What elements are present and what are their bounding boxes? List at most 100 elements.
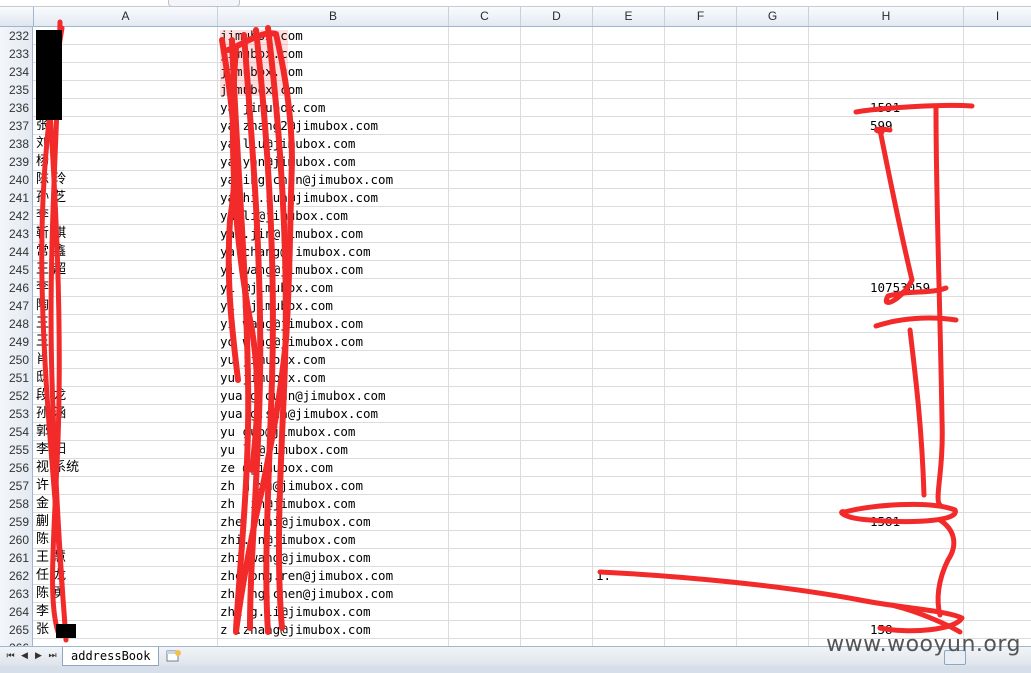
- row-header[interactable]: 259: [0, 513, 33, 531]
- cell-b[interactable]: yi wang@jimubox.com: [220, 315, 363, 333]
- table-row[interactable]: 257 许 zh g.xu@jimubox.com: [0, 477, 1031, 495]
- row-header[interactable]: 241: [0, 189, 33, 207]
- row-header[interactable]: 240: [0, 171, 33, 189]
- cell-a[interactable]: 李: [36, 207, 49, 225]
- cell-b[interactable]: ya liu@jimubox.com: [220, 135, 355, 153]
- cell-b[interactable]: zh jin@jimubox.com: [220, 495, 355, 513]
- row-header[interactable]: 246: [0, 279, 33, 297]
- row-header[interactable]: 254: [0, 423, 33, 441]
- first-sheet-icon[interactable]: ⏮: [4, 650, 17, 663]
- row-header[interactable]: 245: [0, 261, 33, 279]
- cell-h[interactable]: 599: [870, 117, 893, 135]
- cell-b[interactable]: yi @jimubox.com: [220, 279, 333, 297]
- column-header-b[interactable]: B: [218, 7, 449, 26]
- insert-sheet-icon[interactable]: [166, 649, 182, 663]
- row-header[interactable]: 242: [0, 207, 33, 225]
- row-header[interactable]: 237: [0, 117, 33, 135]
- cell-a[interactable]: 张: [36, 117, 49, 135]
- table-row[interactable]: 238 刘 ya liu@jimubox.com: [0, 135, 1031, 153]
- column-header-h[interactable]: H: [809, 7, 964, 26]
- row-header[interactable]: 252: [0, 387, 33, 405]
- cell-b[interactable]: yo wang@jimubox.com: [220, 333, 363, 351]
- column-header-e[interactable]: E: [593, 7, 665, 26]
- cell-a[interactable]: 孙 涵: [36, 405, 66, 423]
- table-row[interactable]: 253 孙 涵 yua g.sun@jimubox.com: [0, 405, 1031, 423]
- select-all-corner[interactable]: [0, 7, 34, 26]
- cell-a[interactable]: 许: [36, 477, 49, 495]
- table-row[interactable]: 239 杨 ya yan@jimubox.com: [0, 153, 1031, 171]
- column-header-i[interactable]: I: [964, 7, 1031, 26]
- table-row[interactable]: 233 jimubox.com: [0, 45, 1031, 63]
- row-header[interactable]: 232: [0, 27, 33, 45]
- cell-b[interactable]: zh g.xu@jimubox.com: [220, 477, 363, 495]
- cell-a[interactable]: 陈 玲: [36, 171, 66, 189]
- cell-b[interactable]: ya .jin@jimubox.com: [220, 225, 363, 243]
- row-header[interactable]: 244: [0, 243, 33, 261]
- cell-a[interactable]: 王: [36, 333, 49, 351]
- cell-b[interactable]: ya hi.sun@jimubox.com: [220, 189, 378, 207]
- table-row[interactable]: 258 金 zh jin@jimubox.com: [0, 495, 1031, 513]
- cell-b[interactable]: yua g.sun@jimubox.com: [220, 405, 378, 423]
- row-header[interactable]: 256: [0, 459, 33, 477]
- row-header[interactable]: 249: [0, 333, 33, 351]
- table-row[interactable]: 242 李 ya li@jimubox.com: [0, 207, 1031, 225]
- row-header[interactable]: 247: [0, 297, 33, 315]
- table-row[interactable]: 241 孙 芝 ya hi.sun@jimubox.com: [0, 189, 1031, 207]
- cell-b[interactable]: zho ng.chen@jimubox.com: [220, 585, 393, 603]
- cell-a[interactable]: 邸: [36, 369, 49, 387]
- cell-a[interactable]: 李: [36, 603, 49, 621]
- cell-a[interactable]: 王 慧: [36, 549, 66, 567]
- row-header[interactable]: 236: [0, 99, 33, 117]
- cell-a[interactable]: 常 鑫: [36, 243, 66, 261]
- row-header[interactable]: 250: [0, 351, 33, 369]
- table-row[interactable]: 264 李 zhu g.li@jimubox.com: [0, 603, 1031, 621]
- column-header-c[interactable]: C: [449, 7, 521, 26]
- cell-b[interactable]: jimubox.com: [220, 27, 303, 45]
- cell-e[interactable]: 1.: [596, 567, 611, 585]
- cell-a[interactable]: 视 系统: [36, 459, 79, 477]
- cell-a[interactable]: 陈 勇: [36, 585, 66, 603]
- cell-a[interactable]: 孙 芝: [36, 189, 66, 207]
- next-sheet-icon[interactable]: ▶: [32, 650, 45, 663]
- cell-b[interactable]: jimubox.com: [220, 81, 303, 99]
- row-header[interactable]: 238: [0, 135, 33, 153]
- row-header[interactable]: 233: [0, 45, 33, 63]
- row-header[interactable]: 261: [0, 549, 33, 567]
- cell-a[interactable]: 肖: [36, 351, 49, 369]
- cell-b[interactable]: ya ing.chen@jimubox.com: [220, 171, 393, 189]
- cell-a[interactable]: 王: [36, 315, 49, 333]
- table-row[interactable]: 246 李 yi @jimubox.com 10753059: [0, 279, 1031, 297]
- table-row[interactable]: 250 肖 yu jimubox.com: [0, 351, 1031, 369]
- cell-b[interactable]: zhi wang@jimubox.com: [220, 549, 371, 567]
- cell-b[interactable]: ya chang@jimubox.com: [220, 243, 371, 261]
- cell-a[interactable]: 张: [36, 621, 49, 639]
- cell-b[interactable]: zho ong.ren@jimubox.com: [220, 567, 393, 585]
- cell-b[interactable]: yi @jimubox.com: [220, 297, 333, 315]
- row-header[interactable]: 243: [0, 225, 33, 243]
- column-header-g[interactable]: G: [737, 7, 809, 26]
- sheet-tab-addressbook[interactable]: addressBook: [62, 647, 160, 666]
- row-header[interactable]: 263: [0, 585, 33, 603]
- row-header[interactable]: 248: [0, 315, 33, 333]
- row-header[interactable]: 257: [0, 477, 33, 495]
- row-header[interactable]: 264: [0, 603, 33, 621]
- table-row[interactable]: 248 王 yi wang@jimubox.com: [0, 315, 1031, 333]
- table-row[interactable]: 263 陈 勇 zho ng.chen@jimubox.com: [0, 585, 1031, 603]
- cell-b[interactable]: yua g.duan@jimubox.com: [220, 387, 386, 405]
- table-row[interactable]: 236 ya jimubox.com 1591: [0, 99, 1031, 117]
- table-row[interactable]: 234 jimubox.com: [0, 63, 1031, 81]
- cell-a[interactable]: 金: [36, 495, 49, 513]
- cell-a[interactable]: 刘: [36, 135, 49, 153]
- cell-a[interactable]: 陈: [36, 531, 49, 549]
- cell-a[interactable]: 郭: [36, 423, 49, 441]
- cell-a[interactable]: 任 龙: [36, 567, 66, 585]
- table-row[interactable]: 255 李 阳 yu li@jimubox.com: [0, 441, 1031, 459]
- cell-h[interactable]: 1581: [870, 513, 900, 531]
- table-row[interactable]: 245 王 超 yi wang@jimubox.com: [0, 261, 1031, 279]
- row-header[interactable]: 239: [0, 153, 33, 171]
- row-header[interactable]: 260: [0, 531, 33, 549]
- row-header[interactable]: 235: [0, 81, 33, 99]
- cell-b[interactable]: yu guo@jimubox.com: [220, 423, 355, 441]
- row-header[interactable]: 251: [0, 369, 33, 387]
- cell-b[interactable]: ya yan@jimubox.com: [220, 153, 355, 171]
